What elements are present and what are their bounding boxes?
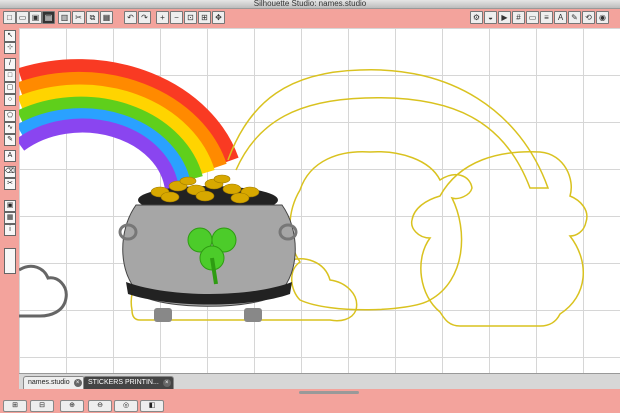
- library-icon[interactable]: ▤: [42, 11, 55, 24]
- group-icon[interactable]: ⊞: [3, 400, 27, 412]
- ellipse-tool-icon[interactable]: ○: [4, 94, 16, 106]
- tab-label: names.studio: [28, 379, 70, 386]
- offset-icon[interactable]: ◎: [114, 400, 138, 412]
- pan-icon[interactable]: ✥: [212, 11, 225, 24]
- zoom-fit-icon[interactable]: ⊡: [184, 11, 197, 24]
- edit-points-icon[interactable]: ⊹: [4, 42, 16, 54]
- page-setup-icon[interactable]: ▣: [4, 200, 16, 212]
- settings-icon[interactable]: ⚙: [470, 11, 483, 24]
- curve-tool-icon[interactable]: ∿: [4, 122, 16, 134]
- fill-icon[interactable]: ◉: [596, 11, 609, 24]
- zoom-out-icon[interactable]: −: [170, 11, 183, 24]
- new-file-icon[interactable]: □: [3, 11, 16, 24]
- points-icon[interactable]: ✎: [568, 11, 581, 24]
- window-title: Silhouette Studio: names.studio: [253, 0, 367, 8]
- print-icon[interactable]: ▥: [58, 11, 71, 24]
- knife-tool-icon[interactable]: ✂: [4, 178, 16, 190]
- scrollbar-thumb[interactable]: [299, 391, 359, 394]
- text-tool-icon[interactable]: A: [4, 150, 16, 162]
- text-style-icon[interactable]: A: [554, 11, 567, 24]
- grid-icon[interactable]: #: [512, 11, 525, 24]
- page-thumbnail-icon[interactable]: [4, 248, 16, 274]
- paste-icon[interactable]: ▦: [100, 11, 113, 24]
- horizontal-scrollbar[interactable]: [19, 389, 620, 396]
- eraser-tool-icon[interactable]: ⌫: [4, 166, 16, 178]
- polygon-tool-icon[interactable]: ⬠: [4, 110, 16, 122]
- pointer-icon[interactable]: ↖: [4, 30, 16, 42]
- zoom-select-icon[interactable]: ⊞: [198, 11, 211, 24]
- close-tab-icon[interactable]: ×: [73, 379, 82, 387]
- design-canvas[interactable]: [19, 28, 620, 373]
- close-tab-icon[interactable]: ×: [162, 379, 171, 387]
- tab-label: STICKERS PRINTIN...: [88, 379, 159, 386]
- cloud-outline-shape[interactable]: [19, 264, 68, 318]
- main-toolbar: □ ▭ ▣ ▤ ▥ ✂ ⧉ ▦ ↶ ↷ + − ⊡ ⊞ ✥ ⚙ ◒ ▶ # ▭ …: [0, 9, 620, 28]
- rounded-rectangle-tool-icon[interactable]: ▢: [4, 82, 16, 94]
- rainbow-shape[interactable]: [19, 59, 239, 191]
- transform-panel-icon[interactable]: ▦: [4, 212, 16, 224]
- canvas-artwork: [19, 59, 588, 327]
- left-toolbar: ↖ ⊹ / □ ▢ ○ ⬠ ∿ ✎ A ⌫ ✂ ▣ ▦ i: [0, 28, 19, 393]
- tab-names-studio[interactable]: names.studio ×: [23, 376, 85, 389]
- open-file-icon[interactable]: ▭: [16, 11, 29, 24]
- weld-icon[interactable]: ⊕: [60, 400, 84, 412]
- cut-settings-icon[interactable]: ◒: [484, 11, 497, 24]
- send-icon[interactable]: ▶: [498, 11, 511, 24]
- line-tool-icon[interactable]: /: [4, 58, 16, 70]
- copy-icon[interactable]: ⧉: [86, 11, 99, 24]
- rectangle-tool-icon[interactable]: □: [4, 70, 16, 82]
- info-icon[interactable]: i: [4, 224, 16, 236]
- title-bar: Silhouette Studio: names.studio: [0, 0, 620, 9]
- save-file-icon[interactable]: ▣: [29, 11, 42, 24]
- pot-cut-outline-right[interactable]: [410, 151, 588, 327]
- document-tabs: names.studio × STICKERS PRINTIN... ×: [19, 373, 620, 390]
- page-icon[interactable]: ▭: [526, 11, 539, 24]
- freehand-tool-icon[interactable]: ✎: [4, 134, 16, 146]
- rainbow-cut-outline[interactable]: [227, 69, 550, 189]
- tab-stickers-printing[interactable]: STICKERS PRINTIN... ×: [83, 376, 174, 389]
- cut-icon[interactable]: ✂: [72, 11, 85, 24]
- trace-icon[interactable]: ◧: [140, 400, 164, 412]
- subtract-icon[interactable]: ⊖: [88, 400, 112, 412]
- align-icon[interactable]: ≡: [540, 11, 553, 24]
- undo-icon[interactable]: ↶: [124, 11, 137, 24]
- redo-icon[interactable]: ↷: [138, 11, 151, 24]
- bottom-toolbar: ⊞ ⊟ ⊕ ⊖ ◎ ◧: [0, 396, 620, 413]
- pot-of-gold-shape[interactable]: [118, 174, 298, 322]
- zoom-in-icon[interactable]: +: [156, 11, 169, 24]
- transform-icon[interactable]: ⟲: [582, 11, 595, 24]
- ungroup-icon[interactable]: ⊟: [30, 400, 54, 412]
- pot-cut-outline-center[interactable]: [289, 151, 473, 311]
